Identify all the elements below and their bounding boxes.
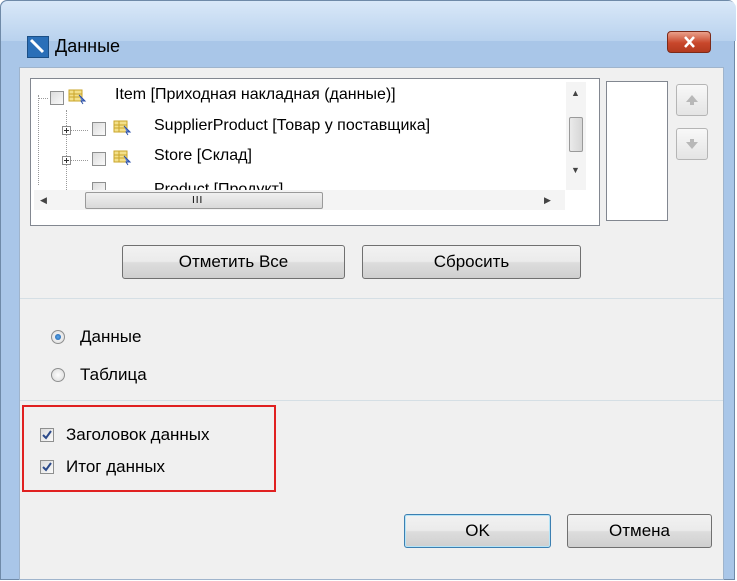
tree-node-label[interactable]: Store [Склад] <box>154 147 252 165</box>
scroll-left-arrow-icon[interactable]: ◀ <box>40 195 47 206</box>
radio-data[interactable] <box>51 330 65 344</box>
table-icon <box>113 150 132 166</box>
window-title: Данные <box>55 36 121 56</box>
tree-checkbox[interactable] <box>50 91 64 105</box>
scroll-right-arrow-icon[interactable]: ▶ <box>544 195 551 206</box>
tree-node-label[interactable]: Item [Приходная накладная (данные)] <box>115 86 396 104</box>
tree-checkbox[interactable] <box>92 122 106 136</box>
scroll-up-arrow-icon[interactable]: ▲ <box>571 88 580 98</box>
horizontal-scroll-thumb[interactable]: III <box>85 192 323 209</box>
order-list[interactable] <box>606 81 668 221</box>
title-bar[interactable] <box>1 1 736 41</box>
ok-button[interactable]: OK <box>404 514 551 548</box>
scroll-grip: III <box>192 195 204 206</box>
move-up-button[interactable] <box>676 84 708 116</box>
tree-line <box>38 98 48 99</box>
select-all-button[interactable]: Отметить Все <box>122 245 345 279</box>
close-icon <box>684 36 695 48</box>
radio-table[interactable] <box>51 368 65 382</box>
tree-node-label[interactable]: Product [Продукт] <box>154 181 283 190</box>
tree-checkbox[interactable] <box>92 182 106 190</box>
highlight-box <box>22 405 276 492</box>
tree-node-label[interactable]: SupplierProduct [Товар у поставщика] <box>154 117 430 135</box>
close-button[interactable] <box>667 31 711 53</box>
data-source-icon <box>27 36 49 58</box>
expand-icon[interactable] <box>62 156 71 165</box>
reset-button[interactable]: Сбросить <box>362 245 581 279</box>
move-down-button[interactable] <box>676 128 708 160</box>
move-up-icon <box>686 95 698 105</box>
radio-data-label[interactable]: Данные <box>80 327 141 347</box>
table-icon <box>113 120 132 136</box>
vertical-scroll-thumb[interactable] <box>569 117 583 152</box>
radio-table-label[interactable]: Таблица <box>80 365 147 385</box>
separator <box>20 400 723 401</box>
move-down-icon <box>686 139 698 149</box>
tree-checkbox[interactable] <box>92 152 106 166</box>
expand-icon[interactable] <box>62 126 71 135</box>
tree-row-clip: Product [Продукт] <box>34 178 565 190</box>
cancel-button[interactable]: Отмена <box>567 514 712 548</box>
table-icon <box>68 89 87 105</box>
tree-line <box>38 95 39 185</box>
separator <box>20 298 723 299</box>
scroll-down-arrow-icon[interactable]: ▼ <box>571 165 580 175</box>
